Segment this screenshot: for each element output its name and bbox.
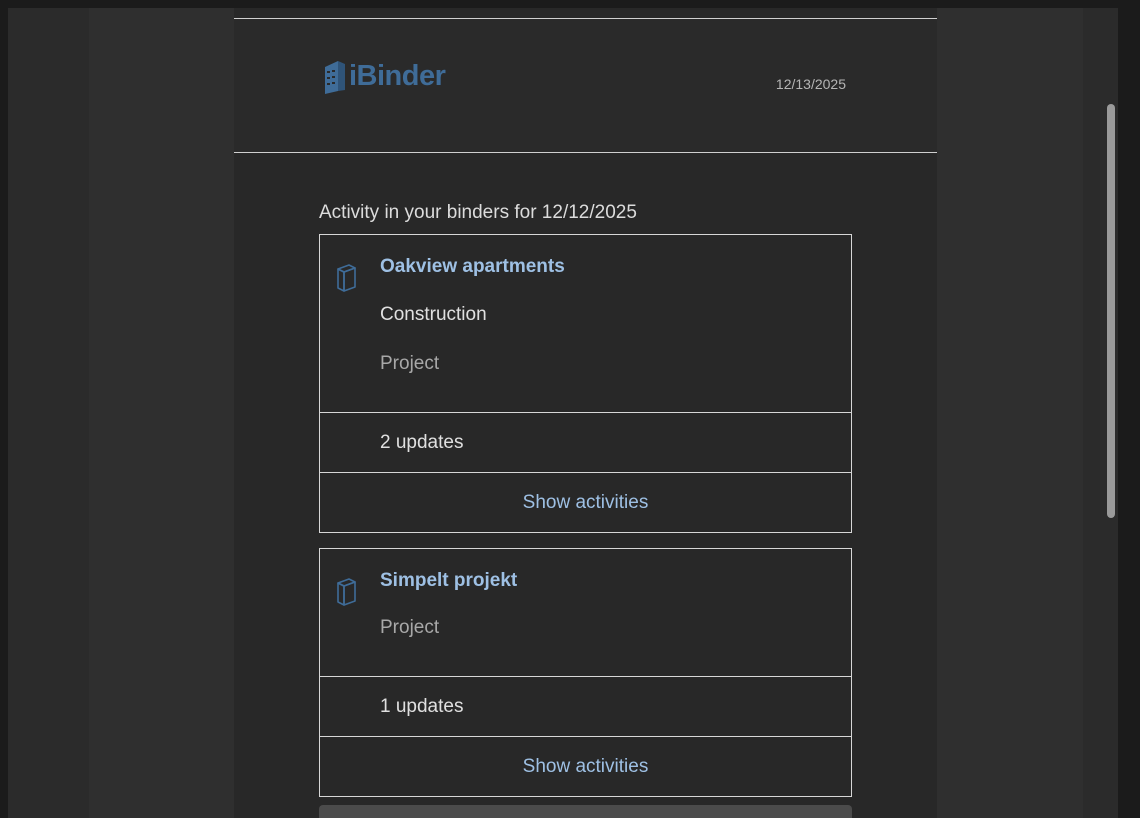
ibinder-logo-icon	[325, 61, 345, 94]
email-viewport: iBinder 12/13/2025 Activity in your bind…	[8, 8, 1118, 818]
email-header: iBinder 12/13/2025	[234, 18, 937, 153]
binder-type: Project	[380, 617, 440, 638]
email-body: iBinder 12/13/2025 Activity in your bind…	[234, 8, 937, 818]
logo-text: iBinder	[349, 59, 446, 92]
binder-updates-row: 2 updates	[320, 413, 851, 473]
binder-category: Construction	[380, 304, 487, 325]
ibinder-logo: iBinder	[322, 58, 446, 94]
binder-updates-count: 1 updates	[380, 696, 464, 717]
binder-link-row: Show activities	[320, 737, 851, 796]
footer-bar	[319, 805, 852, 818]
binder-card-header: Simpelt projekt Project	[320, 549, 851, 677]
show-activities-link[interactable]: Show activities	[320, 737, 851, 796]
scrollbar-thumb[interactable]	[1107, 104, 1115, 518]
binder-type: Project	[380, 353, 440, 374]
binder-updates-count: 2 updates	[380, 432, 464, 453]
activity-intro: Activity in your binders for 12/12/2025	[319, 202, 637, 223]
binder-title[interactable]: Simpelt projekt	[380, 570, 517, 592]
vertical-scrollbar[interactable]	[1104, 8, 1118, 818]
binder-icon	[337, 578, 356, 606]
header-date: 12/13/2025	[775, 76, 846, 92]
binder-link-row: Show activities	[320, 473, 851, 532]
binder-card-header: Oakview apartments Construction Project	[320, 235, 851, 413]
show-activities-link[interactable]: Show activities	[320, 473, 851, 532]
binder-card: Oakview apartments Construction Project …	[319, 234, 852, 533]
binder-card: Simpelt projekt Project 1 updates Show a…	[319, 548, 852, 797]
binder-icon	[337, 264, 356, 292]
binder-updates-row: 1 updates	[320, 677, 851, 737]
binder-title[interactable]: Oakview apartments	[380, 256, 565, 278]
